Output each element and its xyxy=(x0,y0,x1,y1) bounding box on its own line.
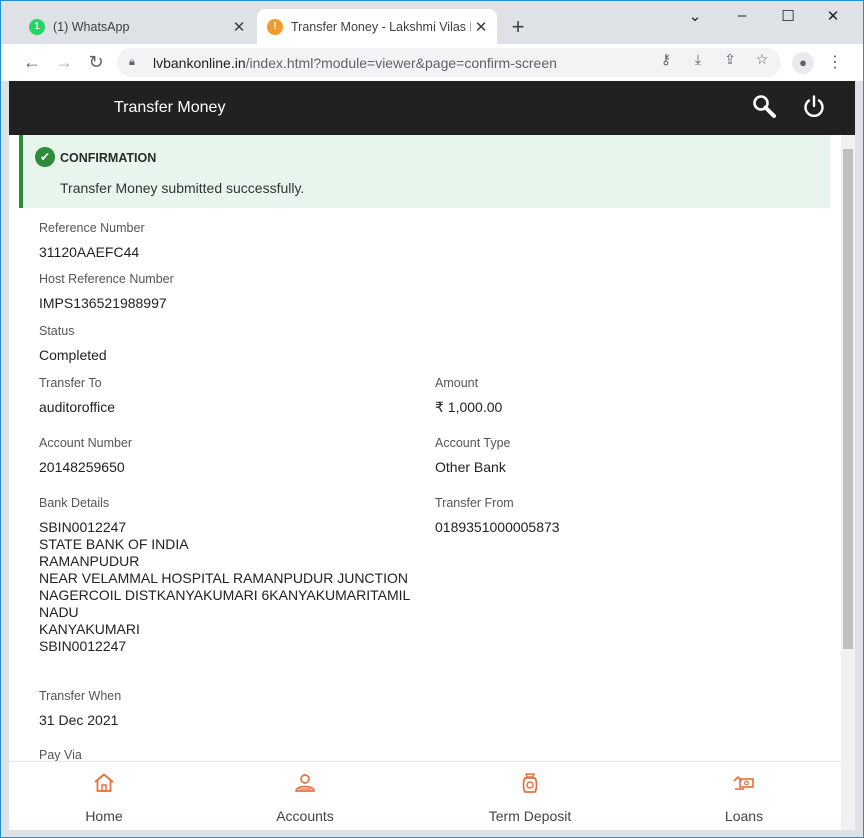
status-field: Status Completed xyxy=(39,324,107,364)
field-label: Reference Number xyxy=(39,221,145,235)
reload-icon[interactable]: ↻ xyxy=(85,52,107,72)
bank-detail-line: STATE BANK OF INDIA xyxy=(39,536,189,552)
minimize-icon[interactable]: – xyxy=(728,7,756,24)
close-window-icon[interactable]: ✕ xyxy=(819,7,847,25)
account-type-field: Account Type Other Bank xyxy=(435,436,511,476)
confirmation-content: ✔ CONFIRMATION Transfer Money submitted … xyxy=(9,135,841,763)
bank-detail-line: NEAR VELAMMAL HOSPITAL RAMANPUDUR JUNCTI… xyxy=(39,570,408,586)
nav-label: Accounts xyxy=(276,808,334,824)
back-arrow-icon[interactable]: ← xyxy=(21,52,43,72)
bank-details-value: SBIN0012247 STATE BANK OF INDIA RAMANPUD… xyxy=(39,519,429,655)
field-label: Transfer From xyxy=(435,496,514,510)
field-label: Account Type xyxy=(435,436,511,450)
tab-title: (1) WhatsApp xyxy=(53,19,130,34)
nav-item-loans[interactable]: Loans xyxy=(679,762,809,830)
bank-detail-line: NADU xyxy=(39,604,79,620)
field-label: Pay Via xyxy=(39,748,82,762)
key-icon[interactable]: ⚷ xyxy=(657,51,675,68)
bank-detail-line: RAMANPUDUR xyxy=(39,553,140,569)
field-value: IMPS136521988997 xyxy=(39,295,167,311)
nav-label: Term Deposit xyxy=(488,808,572,824)
new-tab-button[interactable]: + xyxy=(506,14,530,40)
tab-title: Transfer Money - Lakshmi Vilas B xyxy=(291,19,471,34)
host-reference-number-field: Host Reference Number IMPS136521988997 xyxy=(39,272,174,312)
app-header: Transfer Money xyxy=(9,81,855,135)
search-icon[interactable] xyxy=(752,94,778,120)
page-title: Transfer Money xyxy=(114,99,226,116)
tab-transfer-money[interactable]: ! Transfer Money - Lakshmi Vilas B ✕ xyxy=(257,9,497,44)
term-deposit-icon xyxy=(522,773,538,793)
maximize-icon[interactable]: ☐ xyxy=(774,7,802,25)
transfer-when-field: Transfer When 31 Dec 2021 xyxy=(39,689,121,729)
bank-detail-line: SBIN0012247 xyxy=(39,519,127,535)
profile-avatar-icon[interactable]: ● xyxy=(792,52,814,74)
field-label: Transfer When xyxy=(39,689,122,703)
transfer-to-field: Transfer To auditoroffice xyxy=(39,376,115,416)
share-icon[interactable]: ⇪ xyxy=(721,51,739,68)
reference-number-field: Reference Number 31120AAEFC44 xyxy=(39,221,145,261)
install-icon[interactable]: ⤓ xyxy=(689,51,707,68)
bottom-navigation: Home Accounts Term Deposit Loans xyxy=(9,761,841,830)
whatsapp-favicon-icon: 1 xyxy=(29,18,45,35)
scrollbar-thumb[interactable] xyxy=(843,149,853,649)
field-label: Status xyxy=(39,324,75,338)
bank-detail-line: KANYAKUMARI xyxy=(39,621,140,637)
nav-label: Loans xyxy=(724,808,764,824)
close-tab-icon[interactable]: ✕ xyxy=(229,18,249,36)
alert-message: Transfer Money submitted successfully. xyxy=(60,180,305,196)
nav-item-term-deposit[interactable]: Term Deposit xyxy=(465,762,595,830)
field-value: Completed xyxy=(39,347,107,363)
home-icon xyxy=(94,773,114,792)
power-icon[interactable] xyxy=(801,94,827,120)
field-label: Bank Details xyxy=(39,496,110,510)
forward-arrow-icon[interactable]: → xyxy=(53,52,75,72)
lock-icon[interactable]: 🔒︎ xyxy=(129,56,143,69)
field-label: Amount xyxy=(435,376,479,390)
tab-search-chevron-icon[interactable]: ⌄ xyxy=(681,7,709,25)
alert-heading: CONFIRMATION xyxy=(60,151,157,165)
field-value: 20148259650 xyxy=(39,459,125,475)
check-circle-icon: ✔ xyxy=(35,147,55,167)
browser-window: 1 (1) WhatsApp ✕ ! Transfer Money - Laks… xyxy=(0,0,864,838)
menu-kebab-icon[interactable]: ⋮ xyxy=(827,52,843,72)
accounts-icon xyxy=(295,774,315,792)
field-value: auditoroffice xyxy=(39,399,116,415)
alert-favicon-icon: ! xyxy=(267,18,283,35)
address-bar[interactable]: 🔒︎ lvbankonline.in/index.html?module=vie… xyxy=(117,48,781,77)
field-label: Host Reference Number xyxy=(39,272,174,286)
url-host: lvbankonline.in xyxy=(153,54,246,71)
field-value: Other Bank xyxy=(435,459,506,475)
field-value: 31 Dec 2021 xyxy=(39,712,119,728)
field-label: Account Number xyxy=(39,436,133,450)
success-alert: ✔ CONFIRMATION Transfer Money submitted … xyxy=(19,135,830,208)
tab-whatsapp[interactable]: 1 (1) WhatsApp ✕ xyxy=(19,9,255,44)
tab-strip: 1 (1) WhatsApp ✕ ! Transfer Money - Laks… xyxy=(1,1,863,44)
field-label: Transfer To xyxy=(39,376,102,390)
nav-item-accounts[interactable]: Accounts xyxy=(240,762,370,830)
close-tab-icon[interactable]: ✕ xyxy=(471,18,491,36)
amount-field: Amount ₹ 1,000.00 xyxy=(435,376,502,416)
page-viewport: Transfer Money ✔ CONFIRMATION Transfer M… xyxy=(9,81,855,830)
bookmark-star-icon[interactable]: ☆ xyxy=(753,51,771,68)
pay-via-field: Pay Via xyxy=(39,748,82,762)
nav-item-home[interactable]: Home xyxy=(39,762,169,830)
account-number-field: Account Number 20148259650 xyxy=(39,436,132,476)
field-value: ₹ 1,000.00 xyxy=(435,399,503,415)
transfer-from-field: Transfer From 0189351000005873 xyxy=(435,496,560,536)
bank-details-field: Bank Details SBIN0012247 STATE BANK OF I… xyxy=(39,496,429,655)
bank-detail-line: SBIN0012247 xyxy=(39,638,127,654)
bank-detail-line: NAGERCOIL DISTKANYAKUMARI 6KANYAKUMARITA… xyxy=(39,587,411,603)
field-value: 31120AAEFC44 xyxy=(39,244,140,260)
url-path: /index.html?module=viewer&page=confirm-s… xyxy=(245,54,557,71)
field-value: 0189351000005873 xyxy=(435,519,560,535)
browser-toolbar: ← → ↻ 🔒︎ lvbankonline.in/index.html?modu… xyxy=(1,44,863,81)
nav-label: Home xyxy=(85,808,123,824)
loans-icon xyxy=(733,776,754,790)
